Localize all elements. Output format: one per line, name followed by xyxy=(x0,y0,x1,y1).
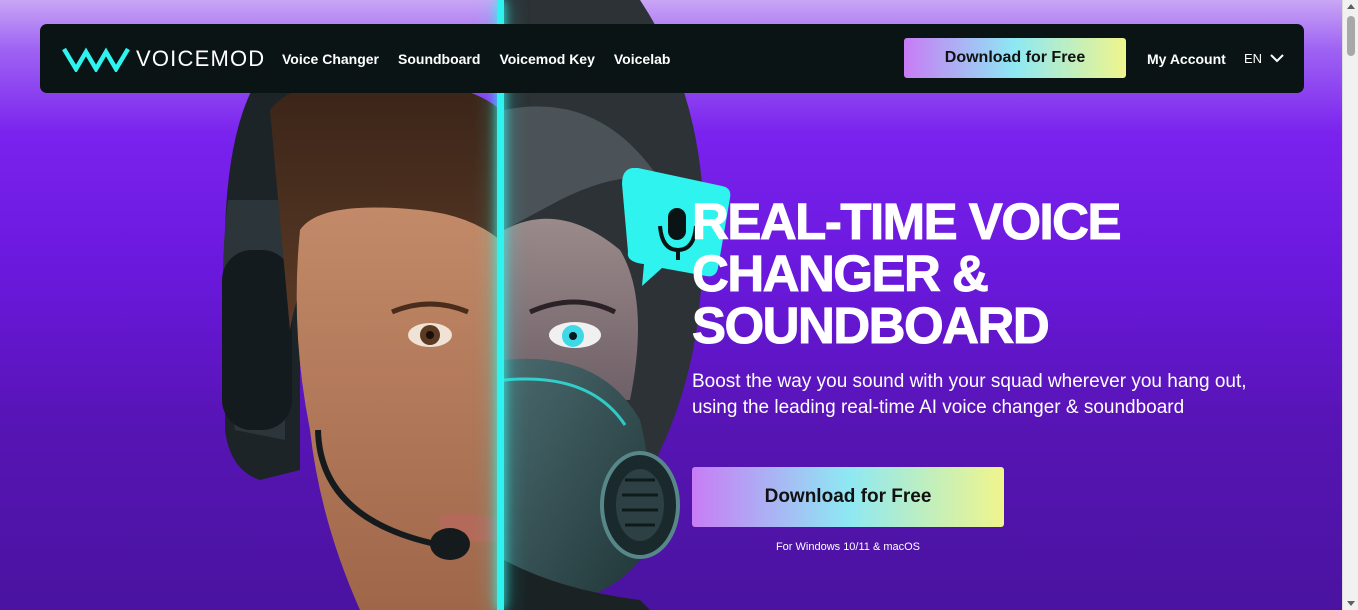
page-scrollbar[interactable] xyxy=(1342,0,1358,610)
language-label: EN xyxy=(1244,51,1263,66)
nav-link-soundboard[interactable]: Soundboard xyxy=(398,51,480,67)
hero-download-label: Download for Free xyxy=(764,486,932,507)
language-selector[interactable]: EN xyxy=(1244,24,1284,93)
my-account-link[interactable]: My Account xyxy=(1147,24,1226,93)
brand-wordmark: VOICEMOD xyxy=(136,46,266,71)
hero-headline: REAL-TIME VOICE CHANGER & SOUNDBOARD xyxy=(692,193,1123,354)
nav-download-button[interactable]: Download for Free xyxy=(904,38,1126,78)
nav-download-label: Download for Free xyxy=(944,49,1086,66)
top-navigation: VOICEMOD Voice Changer Soundboard Voicem… xyxy=(40,24,1304,93)
scroll-down-icon[interactable] xyxy=(1347,601,1355,606)
brand-logo[interactable]: VOICEMOD xyxy=(62,46,265,72)
nav-link-voicemod-key[interactable]: Voicemod Key xyxy=(499,51,594,67)
chevron-down-icon xyxy=(1270,54,1284,63)
page: VOICEMOD Voice Changer Soundboard Voicem… xyxy=(0,0,1342,610)
platform-note: For Windows 10/11 & macOS xyxy=(775,541,921,553)
voicemod-logo-icon xyxy=(62,47,130,72)
nav-link-voice-changer[interactable]: Voice Changer xyxy=(282,51,379,67)
nav-links: Voice Changer Soundboard Voicemod Key Vo… xyxy=(282,24,670,93)
nav-link-voicelab[interactable]: Voicelab xyxy=(614,51,671,67)
scrollbar-thumb[interactable] xyxy=(1347,16,1355,56)
scroll-up-icon[interactable] xyxy=(1347,4,1355,9)
hero-download-button[interactable]: Download for Free xyxy=(692,467,1004,527)
hero-subtext: Boost the way you sound with your squad … xyxy=(692,371,1247,418)
